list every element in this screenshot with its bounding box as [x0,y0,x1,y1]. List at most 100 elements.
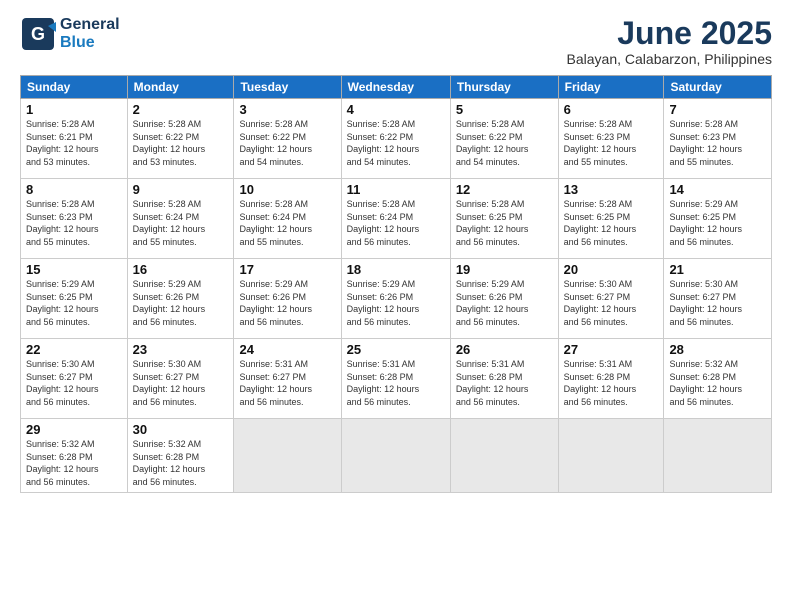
day-info: Sunrise: 5:31 AM Sunset: 6:28 PM Dayligh… [347,358,445,408]
day-info: Sunrise: 5:31 AM Sunset: 6:28 PM Dayligh… [456,358,553,408]
day-info: Sunrise: 5:28 AM Sunset: 6:24 PM Dayligh… [347,198,445,248]
table-row [558,419,664,492]
table-row: 21Sunrise: 5:30 AM Sunset: 6:27 PM Dayli… [664,259,772,339]
day-info: Sunrise: 5:30 AM Sunset: 6:27 PM Dayligh… [133,358,229,408]
day-number: 24 [239,342,335,357]
table-row: 2Sunrise: 5:28 AM Sunset: 6:22 PM Daylig… [127,99,234,179]
day-info: Sunrise: 5:32 AM Sunset: 6:28 PM Dayligh… [26,438,122,488]
day-info: Sunrise: 5:30 AM Sunset: 6:27 PM Dayligh… [564,278,659,328]
day-number: 17 [239,262,335,277]
day-number: 27 [564,342,659,357]
header-tuesday: Tuesday [234,76,341,99]
day-info: Sunrise: 5:31 AM Sunset: 6:28 PM Dayligh… [564,358,659,408]
table-row: 28Sunrise: 5:32 AM Sunset: 6:28 PM Dayli… [664,339,772,419]
table-row: 12Sunrise: 5:28 AM Sunset: 6:25 PM Dayli… [450,179,558,259]
table-row: 3Sunrise: 5:28 AM Sunset: 6:22 PM Daylig… [234,99,341,179]
day-number: 13 [564,182,659,197]
day-number: 18 [347,262,445,277]
day-info: Sunrise: 5:29 AM Sunset: 6:26 PM Dayligh… [347,278,445,328]
day-info: Sunrise: 5:31 AM Sunset: 6:27 PM Dayligh… [239,358,335,408]
calendar-table: Sunday Monday Tuesday Wednesday Thursday… [20,75,772,492]
table-row [450,419,558,492]
header-monday: Monday [127,76,234,99]
header-saturday: Saturday [664,76,772,99]
table-row: 7Sunrise: 5:28 AM Sunset: 6:23 PM Daylig… [664,99,772,179]
day-info: Sunrise: 5:28 AM Sunset: 6:21 PM Dayligh… [26,118,122,168]
logo-blue: Blue [60,34,120,52]
header-thursday: Thursday [450,76,558,99]
day-number: 11 [347,182,445,197]
table-row: 11Sunrise: 5:28 AM Sunset: 6:24 PM Dayli… [341,179,450,259]
day-info: Sunrise: 5:29 AM Sunset: 6:26 PM Dayligh… [133,278,229,328]
day-info: Sunrise: 5:28 AM Sunset: 6:22 PM Dayligh… [347,118,445,168]
table-row: 30Sunrise: 5:32 AM Sunset: 6:28 PM Dayli… [127,419,234,492]
day-number: 1 [26,102,122,117]
day-number: 29 [26,422,122,437]
table-row: 20Sunrise: 5:30 AM Sunset: 6:27 PM Dayli… [558,259,664,339]
logo-icon: G [20,16,56,52]
day-number: 23 [133,342,229,357]
day-number: 21 [669,262,766,277]
table-row: 23Sunrise: 5:30 AM Sunset: 6:27 PM Dayli… [127,339,234,419]
day-number: 12 [456,182,553,197]
day-info: Sunrise: 5:28 AM Sunset: 6:23 PM Dayligh… [564,118,659,168]
table-row: 27Sunrise: 5:31 AM Sunset: 6:28 PM Dayli… [558,339,664,419]
table-row: 10Sunrise: 5:28 AM Sunset: 6:24 PM Dayli… [234,179,341,259]
table-row: 4Sunrise: 5:28 AM Sunset: 6:22 PM Daylig… [341,99,450,179]
table-row: 9Sunrise: 5:28 AM Sunset: 6:24 PM Daylig… [127,179,234,259]
day-number: 16 [133,262,229,277]
main-title: June 2025 [567,16,772,51]
table-row: 13Sunrise: 5:28 AM Sunset: 6:25 PM Dayli… [558,179,664,259]
day-number: 28 [669,342,766,357]
table-row: 25Sunrise: 5:31 AM Sunset: 6:28 PM Dayli… [341,339,450,419]
table-row: 16Sunrise: 5:29 AM Sunset: 6:26 PM Dayli… [127,259,234,339]
table-row: 26Sunrise: 5:31 AM Sunset: 6:28 PM Dayli… [450,339,558,419]
day-info: Sunrise: 5:28 AM Sunset: 6:25 PM Dayligh… [456,198,553,248]
day-number: 25 [347,342,445,357]
table-row [664,419,772,492]
day-info: Sunrise: 5:28 AM Sunset: 6:25 PM Dayligh… [564,198,659,248]
day-info: Sunrise: 5:29 AM Sunset: 6:25 PM Dayligh… [669,198,766,248]
day-number: 30 [133,422,229,437]
page-container: G General Blue June 2025 Balayan, Calaba… [0,0,792,503]
day-info: Sunrise: 5:32 AM Sunset: 6:28 PM Dayligh… [669,358,766,408]
table-row: 24Sunrise: 5:31 AM Sunset: 6:27 PM Dayli… [234,339,341,419]
table-row: 5Sunrise: 5:28 AM Sunset: 6:22 PM Daylig… [450,99,558,179]
day-info: Sunrise: 5:28 AM Sunset: 6:22 PM Dayligh… [133,118,229,168]
table-row: 19Sunrise: 5:29 AM Sunset: 6:26 PM Dayli… [450,259,558,339]
table-row: 14Sunrise: 5:29 AM Sunset: 6:25 PM Dayli… [664,179,772,259]
day-info: Sunrise: 5:28 AM Sunset: 6:24 PM Dayligh… [133,198,229,248]
svg-text:G: G [31,24,45,44]
table-row: 18Sunrise: 5:29 AM Sunset: 6:26 PM Dayli… [341,259,450,339]
table-row: 6Sunrise: 5:28 AM Sunset: 6:23 PM Daylig… [558,99,664,179]
day-info: Sunrise: 5:28 AM Sunset: 6:22 PM Dayligh… [239,118,335,168]
day-number: 7 [669,102,766,117]
day-info: Sunrise: 5:28 AM Sunset: 6:22 PM Dayligh… [456,118,553,168]
day-info: Sunrise: 5:32 AM Sunset: 6:28 PM Dayligh… [133,438,229,488]
logo-general: General [60,16,120,34]
day-number: 6 [564,102,659,117]
day-number: 3 [239,102,335,117]
table-row: 15Sunrise: 5:29 AM Sunset: 6:25 PM Dayli… [21,259,128,339]
day-number: 22 [26,342,122,357]
day-number: 9 [133,182,229,197]
title-block: June 2025 Balayan, Calabarzon, Philippin… [567,16,772,67]
table-row [234,419,341,492]
day-info: Sunrise: 5:30 AM Sunset: 6:27 PM Dayligh… [26,358,122,408]
day-number: 26 [456,342,553,357]
subtitle: Balayan, Calabarzon, Philippines [567,51,772,67]
day-number: 14 [669,182,766,197]
header-wednesday: Wednesday [341,76,450,99]
day-number: 4 [347,102,445,117]
day-info: Sunrise: 5:29 AM Sunset: 6:25 PM Dayligh… [26,278,122,328]
table-row: 17Sunrise: 5:29 AM Sunset: 6:26 PM Dayli… [234,259,341,339]
day-number: 2 [133,102,229,117]
table-row: 8Sunrise: 5:28 AM Sunset: 6:23 PM Daylig… [21,179,128,259]
header: G General Blue June 2025 Balayan, Calaba… [20,16,772,67]
header-sunday: Sunday [21,76,128,99]
day-info: Sunrise: 5:28 AM Sunset: 6:24 PM Dayligh… [239,198,335,248]
day-info: Sunrise: 5:29 AM Sunset: 6:26 PM Dayligh… [456,278,553,328]
table-row: 29Sunrise: 5:32 AM Sunset: 6:28 PM Dayli… [21,419,128,492]
day-number: 10 [239,182,335,197]
calendar-header-row: Sunday Monday Tuesday Wednesday Thursday… [21,76,772,99]
